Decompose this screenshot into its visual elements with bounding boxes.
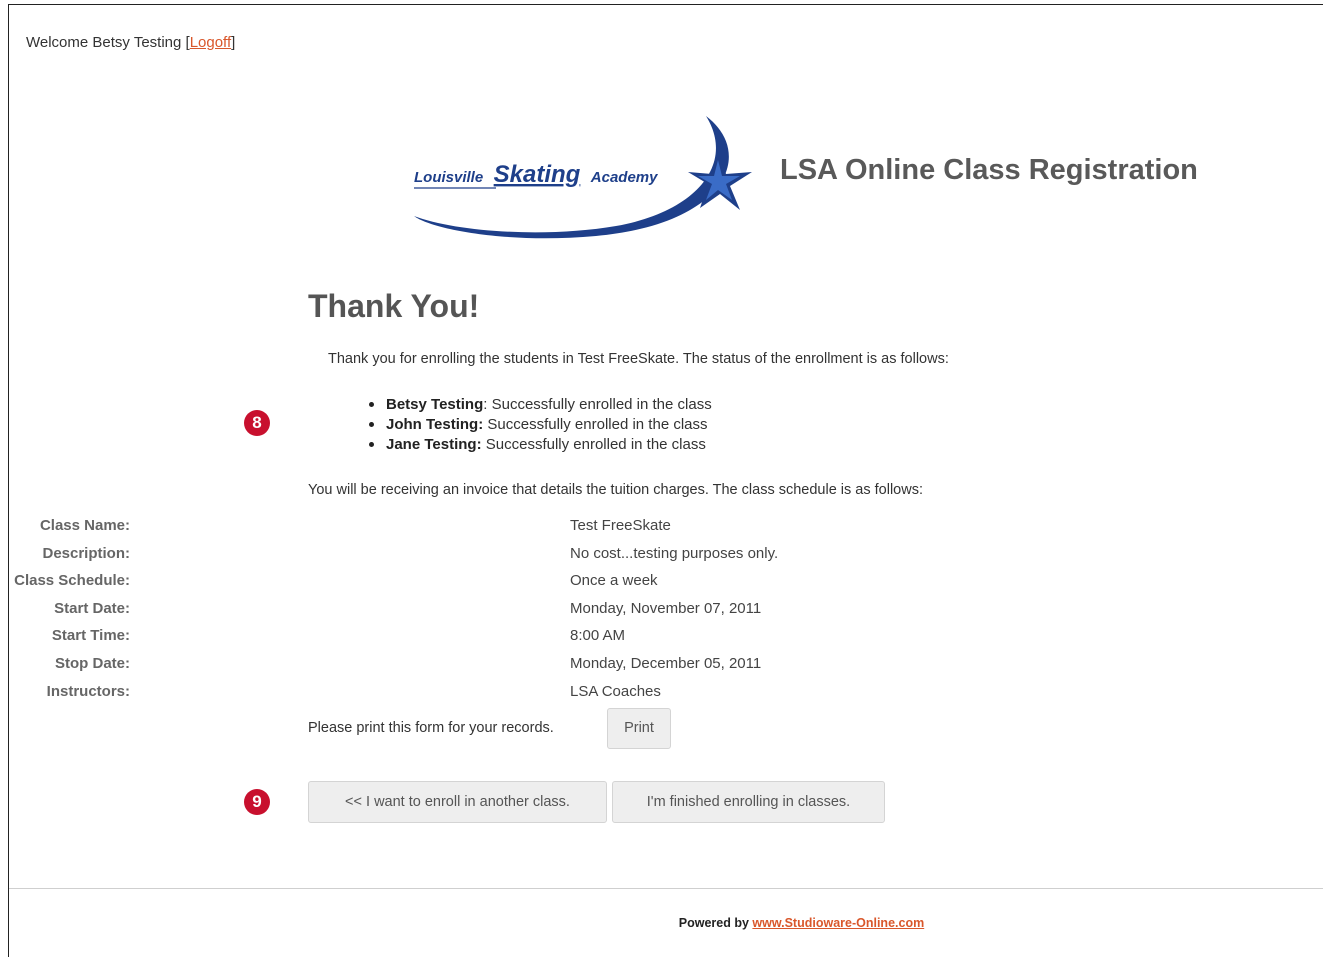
schedule-label: Class Name: xyxy=(39,517,130,534)
schedule-value: Monday, November 07, 2011 xyxy=(570,600,762,617)
schedule-value: Monday, December 05, 2011 xyxy=(570,655,762,672)
schedule-value: 8:00 AM xyxy=(570,627,626,644)
schedule-label: Description: xyxy=(42,545,130,562)
lsa-logo: Louisville Skating Academy xyxy=(414,116,752,239)
welcome-text: Welcome Betsy Testing [ xyxy=(26,34,190,51)
logo-text: Louisville Skating Academy xyxy=(414,161,658,188)
schedule-row: Start Time: 8:00 AM xyxy=(0,627,900,651)
schedule-label: Instructors: xyxy=(46,683,130,700)
finished-enrolling-button[interactable]: I'm finished enrolling in classes. xyxy=(612,781,885,823)
footer-divider xyxy=(9,888,1323,889)
enrollment-intro: Thank you for enrolling the students in … xyxy=(328,351,949,367)
enrollment-status: Successfully enrolled in the class xyxy=(491,396,712,413)
student-name: Betsy Testing xyxy=(386,396,484,413)
studioware-link[interactable]: www.Studioware-Online.com xyxy=(752,916,924,930)
callout-badge-8: 8 xyxy=(244,410,270,436)
student-name: John Testing: xyxy=(386,416,484,433)
schedule-row: Stop Date: Monday, December 05, 2011 xyxy=(0,655,900,679)
list-item: Jane Testing: Successfully enrolled in t… xyxy=(368,435,712,455)
schedule-label: Stop Date: xyxy=(55,655,130,672)
invoice-notice: You will be receiving an invoice that de… xyxy=(308,482,923,498)
student-name: Jane Testing: xyxy=(386,436,482,453)
page-title: Thank You! xyxy=(308,288,480,324)
enroll-another-class-button[interactable]: << I want to enroll in another class. xyxy=(308,781,607,823)
app-title: LSA Online Class Registration xyxy=(780,154,1198,186)
schedule-label: Start Date: xyxy=(54,600,130,617)
welcome-message: Welcome Betsy Testing [Logoff] xyxy=(26,34,235,51)
footer: Powered by www.Studioware-Online.com xyxy=(0,916,1323,930)
enrollment-status: Successfully enrolled in the class xyxy=(485,436,706,453)
schedule-label: Start Time: xyxy=(51,627,130,644)
logoff-link[interactable]: Logoff xyxy=(190,34,231,51)
print-instructions: Please print this form for your records. xyxy=(308,720,554,736)
powered-by-text: Powered by xyxy=(678,916,753,930)
schedule-row: Class Schedule: Once a week xyxy=(0,572,900,596)
schedule-value: Once a week xyxy=(570,572,658,589)
enrollment-status-list: Betsy Testing: Successfully enrolled in … xyxy=(368,395,712,455)
enrollment-status: Successfully enrolled in the class xyxy=(487,416,708,433)
schedule-value: No cost...testing purposes only. xyxy=(570,545,779,562)
print-button[interactable]: Print xyxy=(607,708,671,749)
schedule-value: LSA Coaches xyxy=(570,683,661,700)
list-item: Betsy Testing: Successfully enrolled in … xyxy=(368,395,712,415)
list-item: John Testing: Successfully enrolled in t… xyxy=(368,415,712,435)
schedule-label: Class Schedule: xyxy=(14,572,130,589)
welcome-close: ] xyxy=(231,34,236,51)
callout-badge-9: 9 xyxy=(244,789,270,815)
schedule-row: Description: No cost...testing purposes o… xyxy=(0,545,900,569)
schedule-row: Instructors: LSA Coaches xyxy=(0,683,900,707)
schedule-value: Test FreeSkate xyxy=(570,517,671,534)
schedule-row: Start Date: Monday, November 07, 2011 xyxy=(0,600,900,624)
schedule-row: Class Name: Test FreeSkate xyxy=(0,517,900,541)
